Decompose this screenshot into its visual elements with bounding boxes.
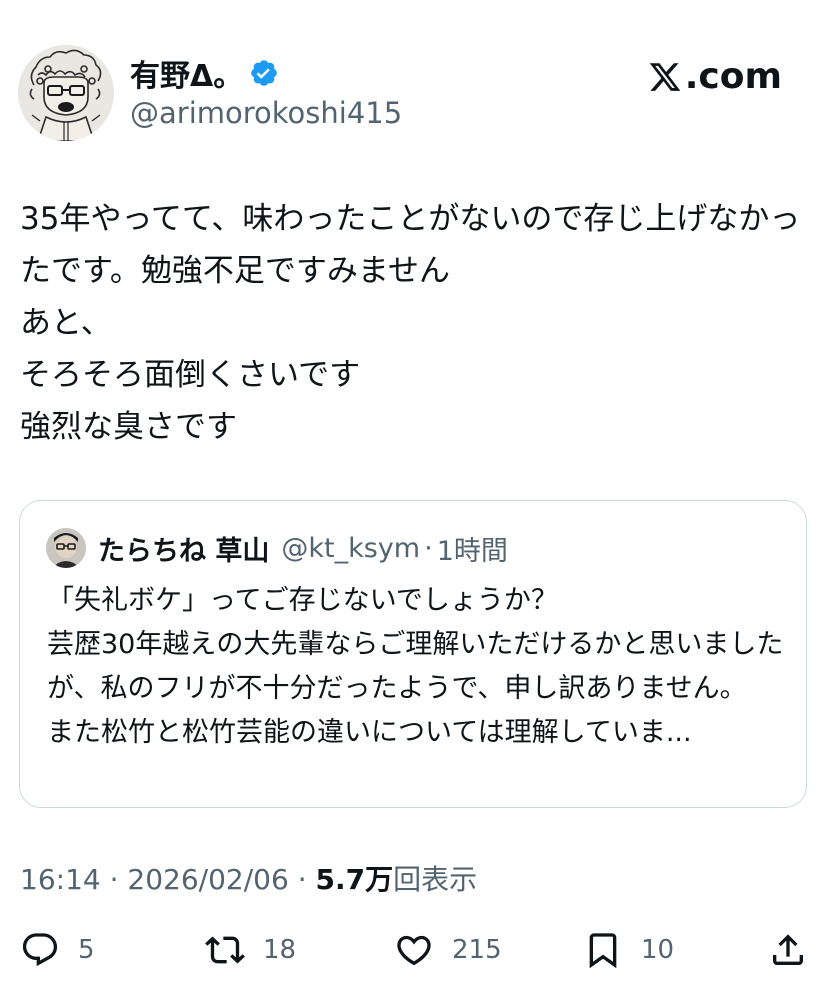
meta-separator: · bbox=[109, 863, 119, 896]
tweet-time[interactable]: 16:14 bbox=[20, 863, 101, 896]
bookmark-icon bbox=[589, 933, 617, 969]
tweet-date[interactable]: 2026/02/06 bbox=[127, 863, 288, 896]
tweet-screenshot: 有野Δ。 @arimorokoshi415 . com 35年やってて、味わったこ… bbox=[0, 0, 828, 1001]
author-avatar-image bbox=[18, 45, 114, 141]
reply-button[interactable]: 5 bbox=[20, 922, 95, 978]
reply-icon bbox=[22, 933, 58, 967]
quoted-tweet-text: 「失礼ボケ」ってご存じないでしょうか？ 芸歴30年越えの大先輩ならご理解いただけ… bbox=[47, 585, 784, 748]
meta-separator: · bbox=[297, 863, 307, 896]
tweet-actions-bar: 5 18 215 10 bbox=[0, 922, 828, 978]
site-domain: com bbox=[698, 56, 782, 97]
quoted-author-display-name[interactable]: たらちね 草山 bbox=[98, 529, 269, 568]
tweet-meta: 16:14 · 2026/02/06 · 5.7万回表示 bbox=[20, 858, 477, 898]
quoted-separator: · bbox=[424, 532, 433, 564]
x-logo-icon bbox=[649, 62, 681, 91]
quoted-tweet-header: たらちね 草山 @kt_ksym · 1時間 bbox=[46, 527, 508, 569]
heart-icon bbox=[397, 935, 431, 966]
share-button[interactable] bbox=[768, 922, 808, 978]
quoted-timestamp[interactable]: 1時間 bbox=[437, 529, 508, 568]
quoted-author-handle[interactable]: @kt_ksym bbox=[281, 533, 420, 564]
repost-count: 18 bbox=[263, 935, 297, 965]
quoted-author-avatar[interactable] bbox=[46, 528, 86, 568]
reply-count: 5 bbox=[78, 935, 95, 965]
like-button[interactable]: 215 bbox=[394, 922, 502, 978]
repost-icon bbox=[205, 936, 245, 964]
author-handle[interactable]: @arimorokoshi415 bbox=[130, 96, 402, 130]
author-avatar[interactable] bbox=[18, 45, 114, 141]
quoted-tweet-card[interactable]: たらちね 草山 @kt_ksym · 1時間 「失礼ボケ」ってご存じないでしょう… bbox=[19, 500, 807, 808]
share-icon bbox=[773, 934, 803, 965]
views-label: 回表示 bbox=[393, 863, 478, 896]
repost-button[interactable]: 18 bbox=[205, 922, 296, 978]
tweet-text: 35年やってて、味わったことがないので存じ上げなかったです。勉強不足ですみません… bbox=[20, 201, 801, 445]
bookmark-button[interactable]: 10 bbox=[583, 922, 674, 978]
verified-badge-icon bbox=[251, 60, 278, 86]
site-logo: . com bbox=[648, 56, 782, 97]
quoted-author-avatar-image bbox=[46, 528, 86, 568]
author-name-row[interactable]: 有野Δ。 bbox=[130, 51, 279, 95]
views-count: 5.7万 bbox=[315, 863, 394, 896]
author-display-name[interactable]: 有野Δ。 bbox=[130, 51, 243, 95]
site-domain-dot: . bbox=[684, 56, 699, 97]
bookmark-count: 10 bbox=[641, 935, 675, 965]
like-count: 215 bbox=[452, 935, 502, 965]
